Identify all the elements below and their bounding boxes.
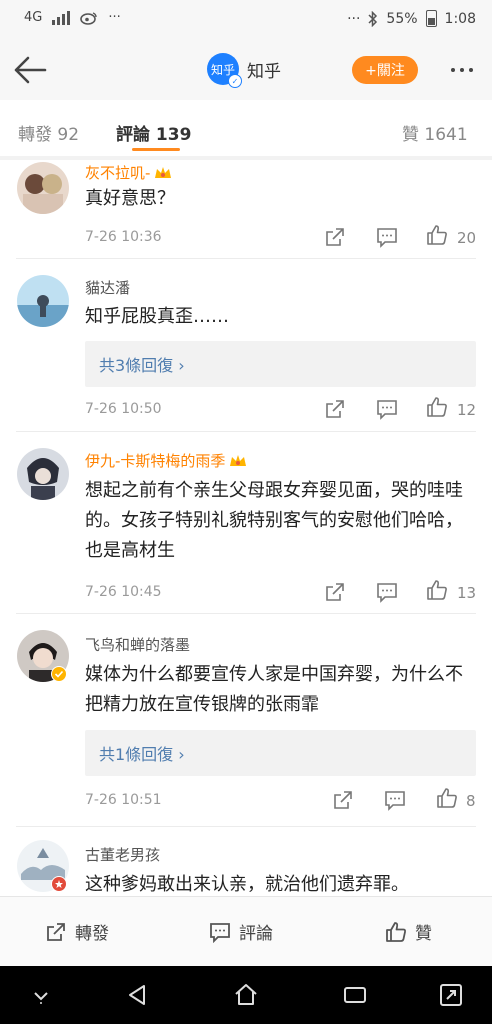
comment-text: 真好意思？ <box>85 188 175 209</box>
like-button[interactable]: 贊 <box>385 919 432 944</box>
comment-icon[interactable] <box>376 226 398 248</box>
bottom-action-bar: 轉發 評論 贊 <box>0 896 492 967</box>
comment-icon <box>210 922 230 943</box>
comment-icon[interactable] <box>376 581 398 603</box>
comment-icon[interactable] <box>376 398 398 420</box>
expand-icon[interactable] <box>438 982 464 1008</box>
comment-text: 媒体为什么都要宣传人家是中国弃婴，为什么不把精力放在宣传银牌的张雨霏 <box>85 664 463 715</box>
follow-button[interactable]: +關注 <box>352 56 418 84</box>
home-icon[interactable] <box>233 982 259 1008</box>
active-tab-indicator <box>132 148 180 151</box>
comment-time: 7-26 10:51 <box>85 792 162 808</box>
verified-badge-icon <box>51 666 67 682</box>
comment-time: 7-26 10:36 <box>85 229 162 245</box>
account-header[interactable]: 知乎 ✓ 知乎 <box>207 53 281 88</box>
back-arrow-icon[interactable] <box>12 54 48 86</box>
share-icon[interactable] <box>332 789 354 811</box>
comment-icon[interactable] <box>384 789 406 811</box>
like-icon <box>386 921 406 942</box>
top-nav-bar: 知乎 ✓ 知乎 +關注 <box>0 40 492 100</box>
like-icon[interactable] <box>426 396 448 418</box>
vip-crown-icon <box>230 454 247 466</box>
like-icon[interactable] <box>426 224 448 246</box>
weibo-icon <box>80 11 98 25</box>
comment-text: 这种爹妈敢出来认亲，就治他们遗弃罪。 <box>85 874 409 895</box>
comment-time: 7-26 10:45 <box>85 584 162 600</box>
like-count: 8 <box>466 792 476 810</box>
like-count: 12 <box>457 401 477 419</box>
account-name: 知乎 <box>247 61 281 82</box>
tab-repost[interactable]: 轉發 92 <box>18 120 79 145</box>
back-icon[interactable] <box>124 982 150 1008</box>
comment-username[interactable]: 伊九-卡斯特梅的雨季 <box>85 450 247 471</box>
system-nav-bar <box>0 966 492 1024</box>
hide-keyboard-icon[interactable] <box>28 982 54 1008</box>
share-icon[interactable] <box>324 581 346 603</box>
bluetooth-icon <box>368 10 378 27</box>
comment-username[interactable]: 貓达潘 <box>85 277 130 298</box>
avatar[interactable] <box>17 448 69 500</box>
vip-crown-icon <box>155 166 172 178</box>
more-status-icon: ··· <box>347 10 361 27</box>
tab-comments[interactable]: 評論 139 <box>116 120 191 145</box>
battery-icon <box>425 10 437 27</box>
like-icon[interactable] <box>436 787 458 809</box>
verified-badge-icon <box>51 876 67 892</box>
battery-percent: 55% <box>386 10 418 27</box>
zhihu-logo: 知乎 ✓ <box>207 53 242 88</box>
clock: 1:08 <box>444 10 476 27</box>
share-icon[interactable] <box>324 226 346 248</box>
view-replies-link[interactable]: 共3條回復 › <box>85 341 476 387</box>
status-bar: 4G ··· ··· 55% 1:08 <box>0 0 492 40</box>
tab-bar: 轉發 92 評論 139 贊 1641 <box>0 100 492 160</box>
comment-list[interactable]: 灰不拉叽- 真好意思？ 7-26 10:36 20 貓达潘 知乎屁股真歪…… 共… <box>0 160 492 896</box>
avatar[interactable] <box>17 162 69 214</box>
like-icon[interactable] <box>426 579 448 601</box>
like-count: 20 <box>457 229 477 247</box>
recent-apps-icon[interactable] <box>342 982 368 1008</box>
more-status-icon: ··· <box>108 10 121 25</box>
share-icon[interactable] <box>324 398 346 420</box>
signal-icon <box>52 10 71 25</box>
comment-text: 想起之前有个亲生父母跟女弃婴见面，哭的哇哇的。女孩子特别礼貌特别客气的安慰他们哈… <box>85 480 463 561</box>
comment-username[interactable]: 古董老男孩 <box>85 844 160 865</box>
like-count: 13 <box>457 584 477 602</box>
view-replies-link[interactable]: 共1條回復 › <box>85 730 476 776</box>
comment-text: 知乎屁股真歪…… <box>85 306 229 327</box>
more-options-icon[interactable] <box>444 58 480 82</box>
share-icon <box>47 922 65 941</box>
comment-time: 7-26 10:50 <box>85 401 162 417</box>
tab-likes[interactable]: 贊 1641 <box>402 120 468 145</box>
comment-username[interactable]: 灰不拉叽- <box>85 162 172 183</box>
verified-badge-icon: ✓ <box>228 74 242 88</box>
avatar[interactable] <box>17 275 69 327</box>
network-indicator: 4G <box>24 10 43 25</box>
repost-button[interactable]: 轉發 <box>45 919 109 944</box>
comment-button[interactable]: 評論 <box>209 919 273 944</box>
comment-username[interactable]: 飞鸟和蝉的落墨 <box>85 634 190 655</box>
